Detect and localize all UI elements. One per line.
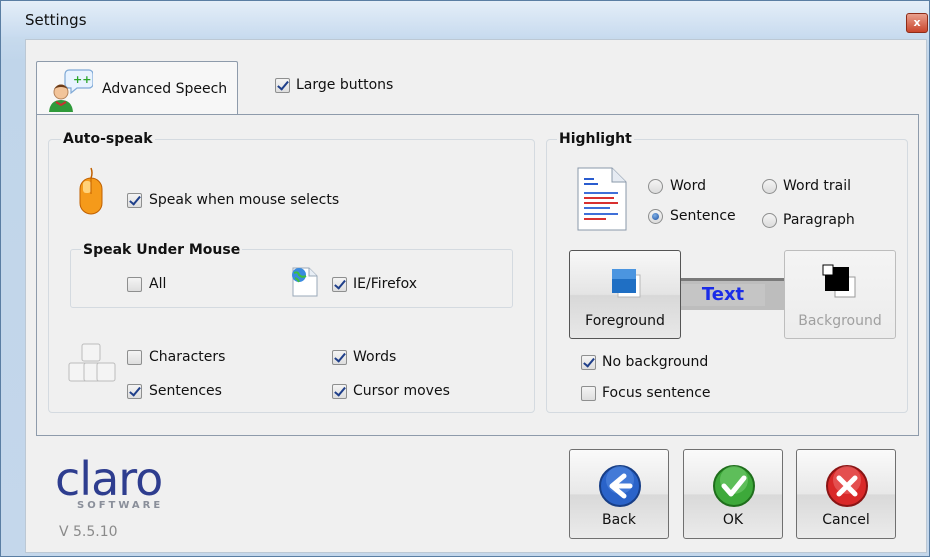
paragraph-radio[interactable] — [762, 213, 777, 228]
ie-firefox-checkbox[interactable] — [332, 277, 347, 292]
highlight-title: Highlight — [557, 131, 634, 147]
word-radio-label: Word — [670, 178, 706, 194]
words-label: Words — [353, 349, 397, 365]
cancel-button[interactable]: Cancel — [796, 449, 896, 539]
characters-label: Characters — [149, 349, 226, 365]
focus-sentence-checkbox[interactable] — [581, 386, 596, 401]
background-color-icon — [822, 264, 856, 298]
sentences-checkbox[interactable] — [127, 384, 142, 399]
all-checkbox[interactable] — [127, 277, 142, 292]
tab-advanced-speech[interactable]: ++ Advanced Speech — [36, 61, 238, 116]
browser-page-icon — [292, 267, 318, 297]
tab-label: Advanced Speech — [102, 81, 228, 97]
check-icon — [713, 465, 755, 507]
logo-text: claro — [55, 452, 163, 506]
foreground-color-icon — [612, 269, 641, 298]
sentence-radio-label: Sentence — [670, 208, 736, 224]
foreground-label: Foreground — [585, 313, 665, 329]
characters-checkbox[interactable] — [127, 350, 142, 365]
sentences-label: Sentences — [149, 383, 222, 399]
words-checkbox[interactable] — [332, 350, 347, 365]
claro-logo: claro SOFTWARE — [55, 456, 163, 511]
mouse-icon — [79, 167, 103, 215]
paragraph-radio-label: Paragraph — [783, 212, 855, 228]
speak-mouse-selects-label: Speak when mouse selects — [149, 192, 340, 208]
cancel-x-icon — [826, 465, 868, 507]
title-bar[interactable]: Settings x — [1, 1, 929, 37]
logo-subtext: SOFTWARE — [77, 500, 164, 511]
sample-text: Text — [681, 284, 765, 306]
svg-text:++: ++ — [73, 73, 91, 86]
back-label: Back — [602, 512, 636, 528]
all-label: All — [149, 276, 167, 292]
document-icon — [577, 167, 627, 231]
word-trail-radio[interactable] — [762, 179, 777, 194]
no-background-label: No background — [602, 354, 709, 370]
speak-mouse-selects-checkbox[interactable] — [127, 193, 142, 208]
cursor-moves-label: Cursor moves — [353, 383, 450, 399]
cursor-moves-checkbox[interactable] — [332, 384, 347, 399]
word-trail-radio-label: Word trail — [783, 178, 852, 194]
background-button[interactable]: Background — [784, 250, 896, 339]
ie-firefox-label: IE/Firefox — [353, 276, 418, 292]
ok-label: OK — [722, 512, 744, 528]
foreground-button[interactable]: Foreground — [569, 250, 681, 339]
close-button[interactable]: x — [906, 13, 928, 33]
speak-under-mouse-title: Speak Under Mouse — [81, 242, 243, 258]
focus-sentence-label: Focus sentence — [602, 385, 711, 401]
back-button[interactable]: Back — [569, 449, 669, 539]
ok-button[interactable]: OK — [683, 449, 783, 539]
large-buttons-label: Large buttons — [296, 77, 394, 93]
large-buttons-checkbox[interactable] — [275, 78, 290, 93]
close-icon: x — [913, 16, 921, 29]
cancel-label: Cancel — [822, 512, 870, 528]
keyboard-keys-icon — [68, 343, 116, 382]
background-label: Background — [798, 313, 882, 329]
auto-speak-title: Auto-speak — [61, 131, 155, 147]
no-background-checkbox[interactable] — [581, 355, 596, 370]
sentence-radio[interactable] — [648, 209, 663, 224]
back-arrow-icon — [599, 465, 641, 507]
speaking-person-icon: ++ — [49, 69, 93, 112]
version-label: V 5.5.10 — [59, 524, 118, 540]
settings-window: Settings x ++ Advanced Speech Large butt… — [0, 0, 930, 557]
window-title: Settings — [25, 11, 87, 29]
word-radio[interactable] — [648, 179, 663, 194]
